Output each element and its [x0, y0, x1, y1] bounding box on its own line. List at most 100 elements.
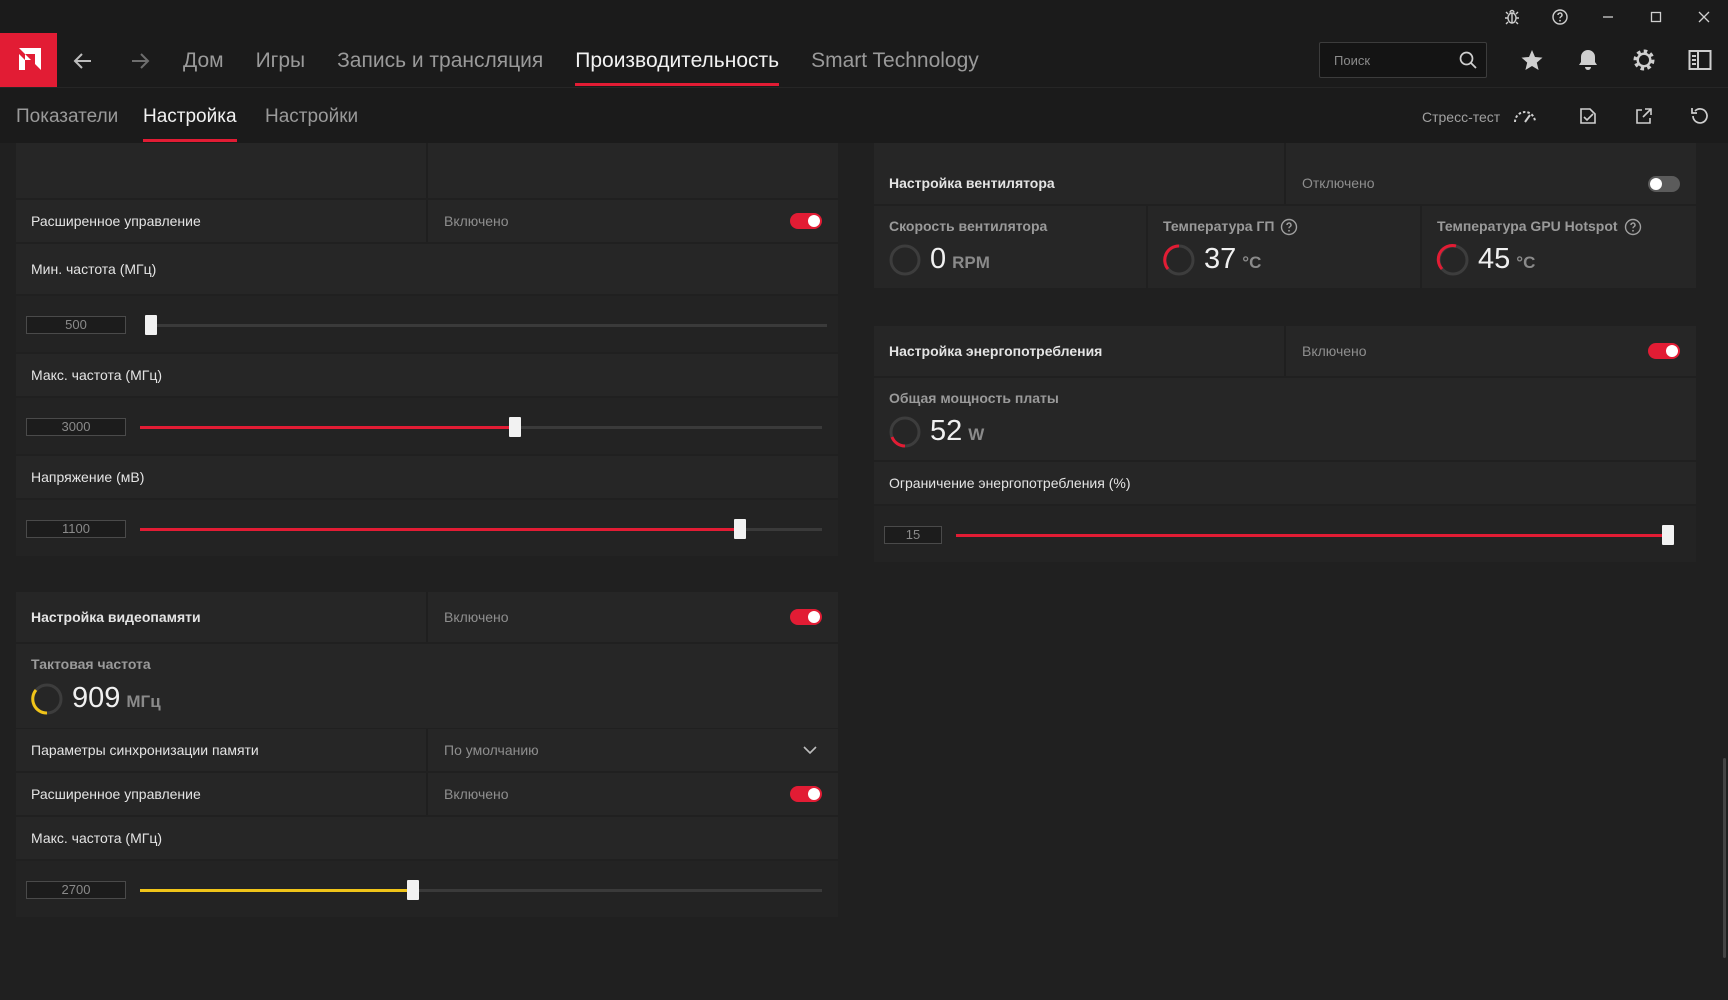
close-icon[interactable] [1680, 0, 1728, 33]
tab-performance[interactable]: Производительность [575, 33, 779, 87]
power-limit-slider-thumb[interactable] [1662, 525, 1674, 545]
column-divider [426, 773, 428, 815]
board-power-label: Общая мощность платы [889, 390, 1059, 406]
gpu-voltage-header: Напряжение (мВ) [16, 456, 838, 498]
fan-tuning-value: Отключено [1302, 175, 1375, 191]
vram-advanced-control-toggle[interactable] [790, 786, 822, 802]
column-divider [426, 592, 428, 642]
gpu-voltage-slider[interactable] [140, 519, 822, 539]
bug-report-icon[interactable] [1488, 0, 1536, 33]
gpu-voltage-slider-fill [140, 528, 741, 531]
gpu-hotspot-unit: °C [1516, 253, 1536, 272]
board-power-metric: Общая мощность платы 52 W [874, 378, 1696, 460]
save-profile-icon[interactable] [1574, 102, 1602, 130]
settings-gear-icon[interactable] [1630, 46, 1658, 74]
sub-navigation: Показатели Настройка Настройки Стресс-те… [0, 87, 1728, 143]
memory-timing-row: Параметры синхронизации памяти По умолча… [16, 729, 838, 771]
power-limit-label: Ограничение энергопотребления (%) [889, 475, 1131, 491]
help-icon[interactable] [1624, 218, 1642, 236]
gpu-hotspot-label: Температура GPU Hotspot [1437, 218, 1642, 236]
power-limit-input[interactable]: 15 [884, 526, 942, 544]
vram-tuning-label: Настройка видеопамяти [31, 609, 201, 625]
search-icon[interactable] [1458, 50, 1478, 70]
tab-home[interactable]: Дом [183, 33, 224, 87]
gpu-max-freq-slider[interactable] [140, 417, 822, 437]
tab-smart-technology[interactable]: Smart Technology [811, 33, 979, 87]
board-power-value: 52 W [930, 415, 984, 448]
vram-clock-unit: МГц [126, 692, 161, 711]
gpu-advanced-control-value: Включено [444, 213, 509, 229]
gpu-hotspot-metric: Температура GPU Hotspot 45 °C [1422, 206, 1696, 288]
search-input[interactable] [1320, 43, 1455, 77]
gpu-temp-number: 37 [1204, 243, 1237, 275]
amd-logo-icon[interactable] [0, 33, 57, 87]
back-arrow-icon[interactable] [69, 47, 97, 75]
vram-max-freq-slider-thumb[interactable] [406, 880, 419, 900]
reset-icon[interactable] [1686, 102, 1714, 130]
vram-max-freq-input[interactable]: 2700 [26, 881, 126, 899]
vram-tuning-header-row: Настройка видеопамяти Включено [16, 592, 838, 642]
gpu-hotspot-gauge-icon [1436, 244, 1469, 276]
notifications-bell-icon[interactable] [1574, 46, 1602, 74]
gpu-advanced-control-label: Расширенное управление [31, 213, 201, 229]
gpu-advanced-control-row: Расширенное управление Включено [16, 200, 838, 242]
maximize-icon[interactable] [1632, 0, 1680, 33]
fan-tuning-toggle[interactable] [1648, 176, 1680, 192]
gpu-min-freq-label: Мин. частота (МГц) [31, 261, 157, 277]
subtab-metrics[interactable]: Показатели [16, 88, 118, 144]
gpu-max-freq-slider-thumb[interactable] [509, 417, 522, 437]
scrollbar[interactable] [1723, 758, 1726, 958]
favorites-star-icon[interactable] [1518, 46, 1546, 74]
gpu-min-freq-slider[interactable] [145, 315, 827, 335]
vram-tuning-value: Включено [444, 609, 509, 625]
gpu-max-freq-header: Макс. частота (МГц) [16, 354, 838, 396]
vram-tuning-toggle[interactable] [790, 609, 822, 625]
gpu-max-freq-input[interactable]: 3000 [26, 418, 126, 436]
board-power-number: 52 [930, 415, 963, 447]
stress-test-label[interactable]: Стресс-тест [1422, 88, 1500, 144]
column-divider [1284, 326, 1286, 376]
gpu-advanced-control-toggle[interactable] [790, 213, 822, 229]
vram-max-freq-header: Макс. частота (МГц) [16, 817, 838, 859]
top-navigation: Дом Игры Запись и трансляция Производите… [0, 33, 1728, 87]
vram-clock-metric: Тактовая частота 909 МГц [16, 644, 838, 728]
vram-clock-label: Тактовая частота [31, 656, 151, 672]
gpu-min-freq-input[interactable]: 500 [26, 316, 126, 334]
fan-speed-value: 0 RPM [930, 243, 990, 276]
power-tuning-toggle[interactable] [1648, 343, 1680, 359]
subtab-settings[interactable]: Настройки [265, 88, 358, 144]
vram-max-freq-slider[interactable] [140, 880, 822, 900]
gpu-min-freq-header: Мин. частота (МГц) [16, 244, 838, 294]
minimize-icon[interactable] [1584, 0, 1632, 33]
fan-tuning-label: Настройка вентилятора [889, 175, 1055, 191]
gpu-voltage-slider-thumb[interactable] [734, 519, 747, 539]
gpu-voltage-label: Напряжение (мВ) [31, 469, 145, 485]
vram-advanced-control-row: Расширенное управление Включено [16, 773, 838, 815]
power-tuning-label: Настройка энергопотребления [889, 343, 1103, 359]
power-limit-slider[interactable] [956, 525, 1674, 545]
chevron-down-icon[interactable] [802, 743, 818, 757]
memory-timing-select[interactable]: По умолчанию [444, 729, 539, 771]
power-tuning-value: Включено [1302, 343, 1367, 359]
gpu-min-freq-slider-thumb[interactable] [145, 315, 157, 335]
sidebar-toggle-icon[interactable] [1686, 46, 1714, 74]
power-limit-slider-row: 15 [874, 506, 1696, 562]
title-bar [0, 0, 1728, 33]
power-limit-slider-fill [956, 534, 1674, 537]
vram-advanced-control-value: Включено [444, 786, 509, 802]
help-icon[interactable] [1280, 218, 1298, 236]
tab-games[interactable]: Игры [256, 33, 306, 87]
stress-test-gauge-icon[interactable] [1511, 102, 1539, 130]
tab-record-stream[interactable]: Запись и трансляция [337, 33, 543, 87]
gpu-voltage-input[interactable]: 1100 [26, 520, 126, 538]
gpu-max-freq-label: Макс. частота (МГц) [31, 367, 162, 383]
gpu-temp-label: Температура ГП [1163, 218, 1298, 236]
help-icon[interactable] [1536, 0, 1584, 33]
board-power-unit: W [968, 425, 985, 444]
export-profile-icon[interactable] [1630, 102, 1658, 130]
forward-arrow-icon[interactable] [126, 47, 154, 75]
vram-clock-gauge-icon [31, 683, 63, 715]
gpu-max-freq-slider-row: 3000 [16, 398, 838, 454]
subtab-tuning[interactable]: Настройка [143, 88, 237, 144]
main-tabs: Дом Игры Запись и трансляция Производите… [183, 33, 1011, 87]
